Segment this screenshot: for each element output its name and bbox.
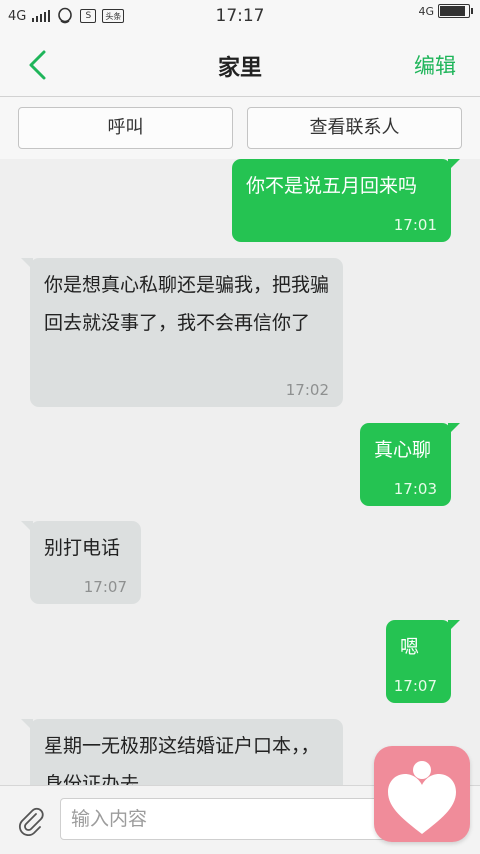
message-bubble-outgoing[interactable]: 你不是说五月回来吗 17:01	[232, 159, 460, 242]
message-text: 真心聊	[374, 439, 432, 461]
message-time: 17:07	[393, 677, 437, 695]
message-bubble-incoming[interactable]: 星期一无极那这结婚证户口本，，身份证办去	[21, 719, 343, 785]
message-bubble-incoming[interactable]: 别打电话 17:07	[21, 521, 141, 604]
status-time: 17:17	[215, 6, 265, 26]
message-bubble-incoming[interactable]: 你是想真心私聊还是骗我，把我骗回去就没事了，我不会再信你了 17:02	[21, 258, 343, 407]
battery-icon	[438, 4, 473, 18]
edit-button[interactable]: 编辑	[414, 50, 456, 80]
message-text: 嗯	[400, 636, 420, 658]
floating-app-icon[interactable]	[374, 746, 470, 842]
network-type-right: 4G	[418, 4, 434, 18]
call-button[interactable]: 呼叫	[18, 107, 233, 149]
action-bar: 呼叫 查看联系人	[0, 97, 480, 159]
chat-header: 家里 编辑	[0, 34, 480, 97]
view-contact-button[interactable]: 查看联系人	[247, 107, 462, 149]
status-right: 4G	[418, 4, 473, 18]
message-text: 星期一无极那这结婚证户口本，，身份证办去	[44, 735, 320, 785]
page-title: 家里	[217, 56, 262, 81]
message-text: 你是想真心私聊还是骗我，把我骗回去就没事了，我不会再信你了	[44, 274, 330, 334]
message-text: 你不是说五月回来吗	[246, 175, 418, 197]
message-text: 别打电话	[44, 537, 121, 559]
message-list[interactable]: 你不是说五月回来吗 17:01 你是想真心私聊还是骗我，把我骗回去就没事了，我不…	[0, 159, 480, 785]
message-time: 17:01	[393, 216, 437, 234]
message-bubble-outgoing[interactable]: 嗯 17:07	[386, 620, 460, 703]
message-time: 17:03	[393, 480, 437, 498]
status-bar: 4G S 头条 17:17 4G	[0, 0, 480, 34]
attachment-icon[interactable]	[16, 806, 46, 836]
heart-person-icon	[388, 761, 456, 834]
message-bubble-outgoing[interactable]: 真心聊 17:03	[360, 423, 460, 506]
message-input[interactable]	[60, 798, 400, 840]
message-time: 17:02	[285, 381, 329, 399]
message-time: 17:07	[83, 578, 127, 596]
